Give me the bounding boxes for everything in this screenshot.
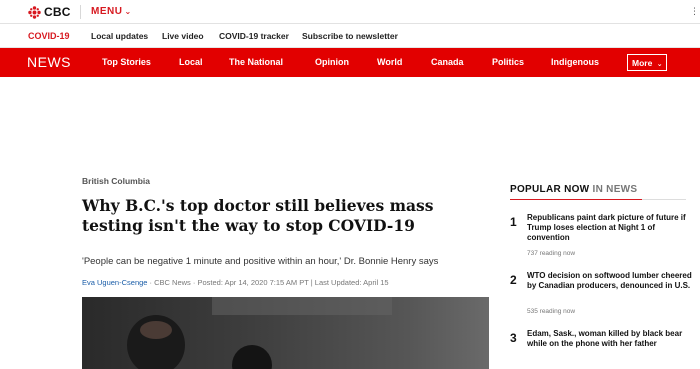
menu-label: MENU bbox=[91, 6, 123, 17]
popular-title-link[interactable]: Edam, Sask., woman killed by black bear … bbox=[527, 329, 692, 349]
article-dek: 'People can be negative 1 minute and pos… bbox=[82, 256, 439, 267]
photo-figure-2 bbox=[232, 345, 272, 369]
nav-world[interactable]: World bbox=[377, 57, 402, 67]
header-divider bbox=[80, 5, 81, 19]
nav-indigenous[interactable]: Indigenous bbox=[551, 57, 599, 67]
photo-face bbox=[140, 321, 172, 339]
popular-title-link[interactable]: WTO decision on softwood lumber cheered … bbox=[527, 271, 692, 291]
popular-rank: 2 bbox=[510, 273, 517, 287]
nav-the-national[interactable]: The National bbox=[229, 57, 283, 67]
byline-meta: · CBC News · Posted: Apr 14, 2020 7:15 A… bbox=[147, 278, 389, 287]
chevron-down-icon: ⌄ bbox=[124, 7, 132, 16]
popular-subtitle: IN NEWS bbox=[589, 184, 638, 195]
article-byline: Eva Uguen-Csenge · CBC News · Posted: Ap… bbox=[82, 278, 389, 287]
nav-top-stories[interactable]: Top Stories bbox=[102, 57, 151, 67]
popular-rule-grey bbox=[642, 199, 686, 200]
nav-canada[interactable]: Canada bbox=[431, 57, 464, 67]
popular-title-link[interactable]: Republicans paint dark picture of future… bbox=[527, 213, 692, 243]
popular-rank: 1 bbox=[510, 215, 517, 229]
popular-title: POPULAR NOW bbox=[510, 184, 590, 195]
article-photo bbox=[82, 297, 489, 369]
reading-count: 535 reading now bbox=[527, 308, 576, 315]
article-section-label[interactable]: British Columbia bbox=[82, 176, 150, 186]
covid-link-newsletter[interactable]: Subscribe to newsletter bbox=[302, 31, 398, 41]
reading-count: 737 reading now bbox=[527, 250, 576, 257]
popular-rank: 3 bbox=[510, 331, 517, 345]
header-edge-icon: ⋮ bbox=[690, 6, 699, 16]
menu-button[interactable]: MENU ⌄ bbox=[91, 6, 132, 17]
covid-link-tracker[interactable]: COVID-19 tracker bbox=[219, 31, 289, 41]
news-nav-bar: NEWS Top Stories Local The National Opin… bbox=[0, 48, 700, 77]
more-button[interactable]: More ⌄ bbox=[627, 54, 667, 71]
popular-rule bbox=[510, 199, 642, 200]
logo-text: CBC bbox=[44, 5, 71, 19]
author-link[interactable]: Eva Uguen-Csenge bbox=[82, 278, 147, 287]
cbc-logo[interactable]: CBC bbox=[28, 5, 71, 19]
nav-opinion[interactable]: Opinion bbox=[315, 57, 349, 67]
nav-local[interactable]: Local bbox=[179, 57, 203, 67]
covid-label[interactable]: COVID-19 bbox=[28, 31, 70, 41]
covid-link-live-video[interactable]: Live video bbox=[162, 31, 204, 41]
more-label: More bbox=[632, 58, 653, 68]
chevron-down-icon: ⌄ bbox=[656, 61, 663, 68]
news-brand[interactable]: NEWS bbox=[27, 54, 71, 70]
nav-politics[interactable]: Politics bbox=[492, 57, 524, 67]
popular-now-heading: POPULAR NOW IN NEWS bbox=[510, 184, 637, 195]
cbc-gem-icon bbox=[28, 5, 41, 19]
top-header: CBC MENU ⌄ ⋮ bbox=[0, 0, 700, 24]
covid-link-local-updates[interactable]: Local updates bbox=[91, 31, 148, 41]
article-headline: Why B.C.'s top doctor still believes mas… bbox=[82, 196, 434, 235]
photo-highlight bbox=[212, 297, 392, 315]
covid-bar: COVID-19 Local updates Live video COVID-… bbox=[0, 24, 700, 48]
